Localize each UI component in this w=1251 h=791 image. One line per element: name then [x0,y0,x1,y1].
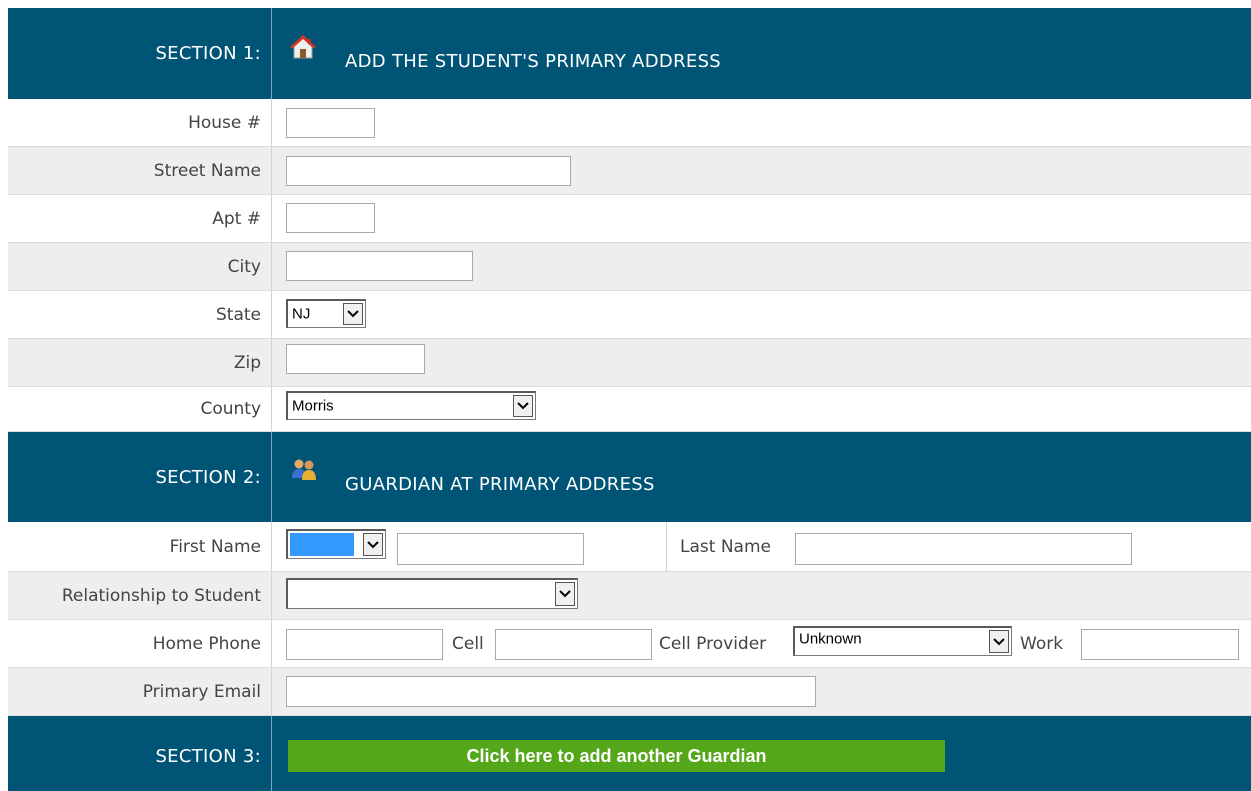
cell-input[interactable] [495,629,652,660]
add-guardian-button[interactable]: Click here to add another Guardian [288,740,945,772]
email-input[interactable] [286,676,816,707]
chevron-down-icon[interactable] [363,533,383,556]
cell-provider-label: Cell Provider [659,634,767,654]
name-prefix-highlight [290,533,354,556]
row-email: Primary Email [8,668,1251,716]
people-icon [291,458,317,486]
cell-provider-select-value: Unknown [799,630,862,648]
row-state: State NJ [8,291,1251,339]
section-1-header: SECTION 1: ADD THE STUDENT'S PRIMARY ADD… [8,8,1251,99]
home-phone-input[interactable] [286,629,443,660]
name-prefix-select[interactable] [286,529,386,559]
city-label: City [8,243,272,290]
chevron-down-icon[interactable] [343,303,363,325]
row-city: City [8,243,1251,291]
chevron-down-icon[interactable] [555,582,575,606]
state-label: State [8,291,272,338]
row-phones: Home Phone Cell Cell Provider Unknown Wo… [8,620,1251,668]
cell-label: Cell [452,634,484,654]
county-label: County [8,387,272,431]
row-zip: Zip [8,339,1251,387]
house-number-label: House # [8,99,272,146]
section-1-title: ADD THE STUDENT'S PRIMARY ADDRESS [345,51,722,72]
apt-number-label: Apt # [8,195,272,242]
first-name-input[interactable] [397,533,584,565]
row-apt-number: Apt # [8,195,1251,243]
city-input[interactable] [286,251,473,281]
section-3-label: SECTION 3: [8,716,272,791]
student-address-form: SECTION 1: ADD THE STUDENT'S PRIMARY ADD… [0,0,1251,791]
work-phone-input[interactable] [1081,629,1239,660]
section-2-title: GUARDIAN AT PRIMARY ADDRESS [345,474,655,495]
apt-number-input[interactable] [286,203,375,233]
street-name-label: Street Name [8,147,272,194]
last-name-input[interactable] [795,533,1132,565]
chevron-down-icon[interactable] [513,395,533,417]
row-house-number: House # [8,99,1251,147]
house-icon [289,34,317,64]
row-county: County Morris [8,387,1251,432]
section-2-label: SECTION 2: [8,432,272,522]
zip-input[interactable] [286,344,425,374]
first-name-label: First Name [8,522,272,571]
row-street-name: Street Name [8,147,1251,195]
chevron-down-icon[interactable] [989,630,1009,653]
relationship-select[interactable] [286,578,578,609]
last-name-label: Last Name [680,537,771,557]
section-2-header: SECTION 2: GUARDIAN AT PRIMARY ADDRESS [8,432,1251,522]
relationship-label: Relationship to Student [8,572,272,619]
section-3-header: SECTION 3: Click here to add another Gua… [8,716,1251,791]
row-relationship: Relationship to Student [8,572,1251,620]
county-select[interactable]: Morris [286,391,536,420]
work-label: Work [1020,634,1064,654]
row-guardian-name: First Name Last Name [8,522,1251,572]
home-phone-label: Home Phone [8,620,272,667]
county-select-value: Morris [292,397,334,415]
street-name-input[interactable] [286,156,571,186]
state-select[interactable]: NJ [286,299,366,328]
section-1-label: SECTION 1: [8,8,272,99]
zip-label: Zip [8,339,272,386]
cell-provider-select[interactable]: Unknown [793,626,1012,656]
state-select-value: NJ [292,305,311,323]
house-number-input[interactable] [286,108,375,138]
email-label: Primary Email [8,668,272,715]
name-column-divider [666,522,667,572]
